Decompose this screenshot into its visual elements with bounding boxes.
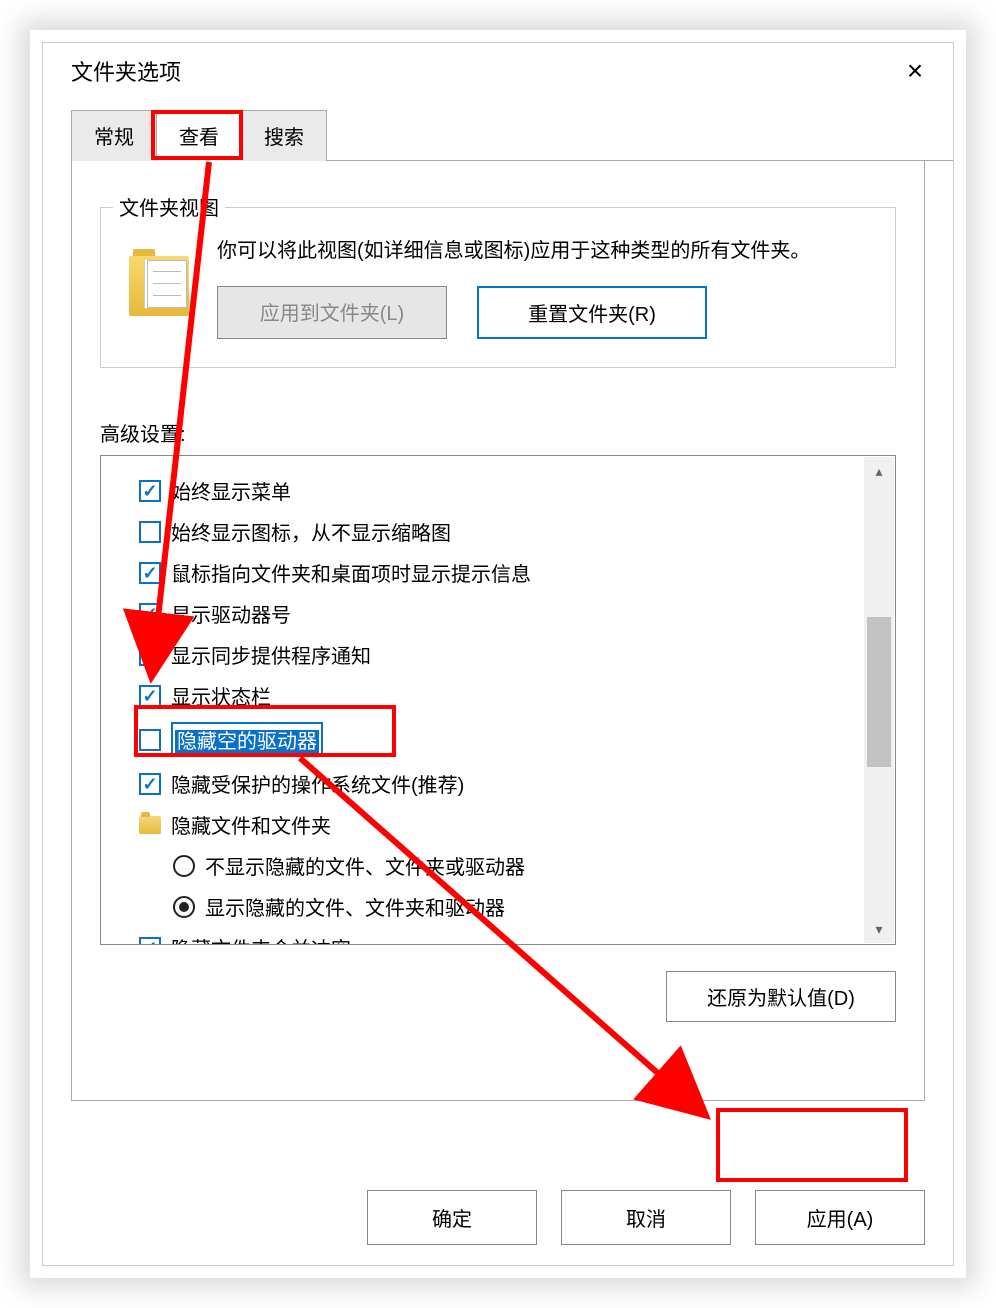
list-item[interactable]: 鼠标指向文件夹和桌面项时显示提示信息 (139, 552, 895, 593)
scroll-thumb[interactable] (867, 617, 891, 767)
checkbox-icon[interactable] (139, 521, 161, 543)
ok-button[interactable]: 确定 (367, 1190, 537, 1245)
list-item[interactable]: 显示隐藏的文件、文件夹和驱动器 (173, 886, 895, 927)
checkbox-checked-icon[interactable] (139, 773, 161, 795)
scroll-up-icon[interactable]: ▴ (864, 457, 894, 485)
checkbox-checked-icon[interactable] (139, 937, 161, 946)
dialog-footer: 确定 取消 应用(A) (367, 1190, 925, 1245)
advanced-settings-label: 高级设置: (100, 418, 896, 447)
list-item-highlighted[interactable]: 隐藏空的驱动器 (139, 716, 895, 763)
tab-strip: 常规 查看 搜索 (71, 109, 953, 161)
scroll-down-icon[interactable]: ▾ (864, 915, 894, 943)
radio-selected-icon[interactable] (173, 896, 195, 918)
checkbox-icon[interactable] (139, 729, 161, 751)
list-item[interactable]: 隐藏受保护的操作系统文件(推荐) (139, 763, 895, 804)
checkbox-checked-icon[interactable] (139, 685, 161, 707)
restore-defaults-button[interactable]: 还原为默认值(D) (666, 971, 896, 1022)
advanced-settings-list[interactable]: 始终显示菜单 始终显示图标，从不显示缩略图 鼠标指向文件夹和桌面项时显示提示信息… (100, 455, 896, 945)
dialog-title: 文件夹选项 (71, 55, 181, 87)
scrollbar[interactable]: ▴ ▾ (864, 457, 894, 943)
list-item[interactable]: 显示驱动器号 (139, 593, 895, 634)
list-item[interactable]: 始终显示图标，从不显示缩略图 (139, 511, 895, 552)
apply-button[interactable]: 应用(A) (755, 1190, 925, 1245)
cancel-button[interactable]: 取消 (561, 1190, 731, 1245)
radio-icon[interactable] (173, 855, 195, 877)
close-icon[interactable]: × (895, 57, 935, 85)
list-item[interactable]: 始终显示菜单 (139, 470, 895, 511)
folder-document-icon (129, 246, 189, 318)
tab-view[interactable]: 查看 (156, 110, 242, 161)
folder-views-group: 文件夹视图 你可以将此视图(如详细信息或图标)应用于这种类型的所有文件夹。 应用… (100, 207, 896, 368)
checkbox-checked-icon[interactable] (139, 562, 161, 584)
titlebar: 文件夹选项 × (43, 43, 953, 97)
tab-view-panel: 文件夹视图 你可以将此视图(如详细信息或图标)应用于这种类型的所有文件夹。 应用… (71, 161, 925, 1101)
checkbox-checked-icon[interactable] (139, 644, 161, 666)
list-item[interactable]: 显示状态栏 (139, 675, 895, 716)
tab-search[interactable]: 搜索 (241, 110, 327, 161)
checkbox-checked-icon[interactable] (139, 603, 161, 625)
list-item[interactable]: 显示同步提供程序通知 (139, 634, 895, 675)
list-group: 隐藏文件和文件夹 (139, 804, 895, 845)
folder-icon (139, 816, 161, 834)
list-item[interactable]: 不显示隐藏的文件、文件夹或驱动器 (173, 845, 895, 886)
list-item[interactable]: 隐藏文件夹合并冲突 (139, 927, 895, 945)
folder-views-description: 你可以将此视图(如详细信息或图标)应用于这种类型的所有文件夹。 (217, 236, 875, 266)
folder-options-dialog: 文件夹选项 × 常规 查看 搜索 文件夹视图 你可以将此视图(如详细信息或图标)… (42, 42, 954, 1266)
reset-folders-button[interactable]: 重置文件夹(R) (477, 286, 707, 339)
tab-general[interactable]: 常规 (71, 110, 157, 161)
apply-to-folders-button[interactable]: 应用到文件夹(L) (217, 286, 447, 339)
folder-views-legend: 文件夹视图 (113, 192, 225, 221)
checkbox-checked-icon[interactable] (139, 480, 161, 502)
